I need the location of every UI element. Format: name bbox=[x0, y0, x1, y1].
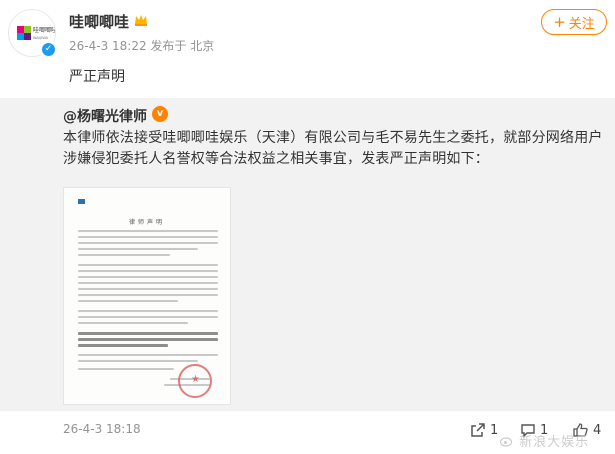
doc-text-line bbox=[78, 332, 218, 335]
watermark: 新浪大娱乐 bbox=[499, 431, 590, 450]
follow-label: 关注 bbox=[568, 16, 595, 32]
avatar-brand: 哇唧唧哇 bbox=[33, 26, 56, 34]
author-name[interactable]: 哇唧唧哇 bbox=[69, 11, 129, 32]
doc-text-line bbox=[78, 360, 198, 362]
doc-text-line bbox=[78, 316, 218, 318]
doc-text-line bbox=[78, 264, 218, 266]
doc-text-line bbox=[78, 254, 170, 256]
doc-text-line bbox=[78, 354, 218, 356]
doc-text-line bbox=[78, 368, 174, 370]
repost-count: 1 bbox=[490, 422, 499, 438]
verified-icon: v bbox=[152, 106, 168, 122]
doc-text-line bbox=[78, 242, 218, 244]
repost-box: @杨曙光律师 v 本律师依法接受哇唧唧哇娱乐（天津）有限公司与毛不易先生之委托，… bbox=[0, 98, 615, 411]
repost-time: 26-4-3 18:18 bbox=[63, 422, 141, 436]
doc-text-line bbox=[78, 344, 168, 347]
follow-button[interactable]: + 关注 bbox=[541, 9, 607, 35]
repost-button[interactable]: 1 bbox=[470, 419, 498, 441]
avatar-brand-en: WAJIJIWA bbox=[33, 36, 49, 40]
doc-text-line bbox=[78, 248, 198, 250]
doc-text-line bbox=[78, 322, 188, 324]
post-text: 严正声明 bbox=[69, 69, 125, 85]
crown-icon bbox=[135, 15, 147, 26]
doc-text-line bbox=[78, 276, 218, 278]
doc-text-line bbox=[78, 270, 218, 272]
repost-text: 本律师依法接受哇唧唧哇娱乐（天津）有限公司与毛不易先生之委托，就部分网络用户涉嫌… bbox=[63, 130, 603, 167]
doc-text-line bbox=[78, 282, 218, 284]
doc-title: 律师声明 bbox=[128, 219, 165, 226]
seal-stamp: ★ bbox=[178, 364, 212, 398]
post-meta: 26-4-3 18:22 发布于 北京 bbox=[69, 39, 215, 53]
post-footer: 26-4-3 18:18 1 1 4 新浪大娱乐 bbox=[0, 411, 615, 454]
verified-icon: ✓ bbox=[40, 41, 57, 58]
weibo-icon bbox=[499, 437, 513, 447]
like-count: 4 bbox=[593, 422, 602, 438]
document-image[interactable]: 律师声明 ★ bbox=[63, 187, 231, 405]
watermark-text: 新浪大娱乐 bbox=[519, 435, 590, 450]
doc-text-line bbox=[78, 300, 178, 302]
doc-text-line bbox=[78, 338, 218, 341]
post-header: 哇唧唧哇 WAJIJIWA ✓ 哇唧唧哇 26-4-3 18:22 发布于 北京… bbox=[0, 0, 615, 98]
doc-text-line bbox=[78, 310, 218, 312]
doc-text-line bbox=[78, 236, 218, 238]
doc-text-line bbox=[78, 288, 218, 290]
doc-text-line bbox=[78, 294, 218, 296]
doc-text-line bbox=[78, 230, 218, 232]
doc-logo bbox=[78, 199, 87, 205]
plus-icon: + bbox=[553, 12, 566, 31]
share-icon bbox=[471, 423, 485, 437]
repost-author[interactable]: @杨曙光律师 bbox=[63, 106, 147, 126]
